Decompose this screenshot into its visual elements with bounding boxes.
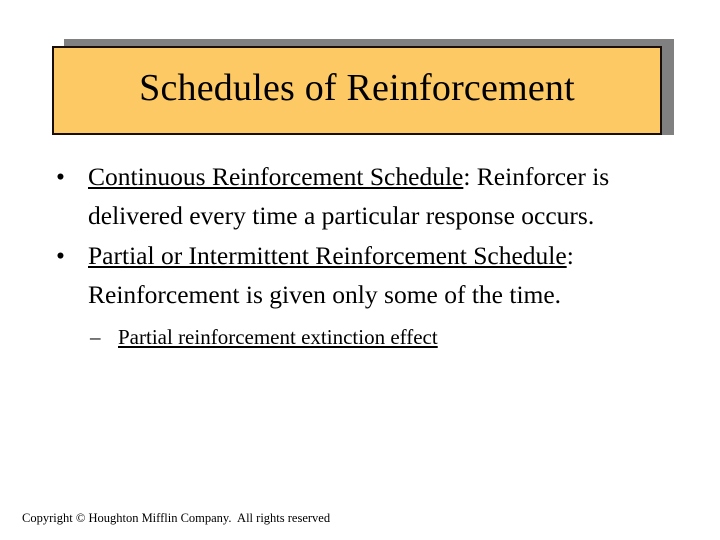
bullet-item: • Continuous Reinforcement Schedule: Rein… bbox=[0, 158, 720, 235]
slide: Schedules of Reinforcement • Continuous R… bbox=[0, 0, 720, 540]
bullet-term: Continuous Reinforcement Schedule bbox=[88, 162, 464, 191]
slide-body: • Continuous Reinforcement Schedule: Rein… bbox=[0, 158, 720, 374]
title-box: Schedules of Reinforcement bbox=[52, 46, 662, 135]
bullet-marker-icon: • bbox=[56, 162, 65, 191]
title-block: Schedules of Reinforcement bbox=[52, 39, 674, 137]
sub-bullet-text: Partial reinforcement extinction effect bbox=[118, 325, 438, 349]
copyright-footer: Copyright © Houghton Mifflin Company. Al… bbox=[22, 511, 331, 525]
sub-bullet-item: – Partial reinforcement extinction effect bbox=[0, 322, 720, 353]
bullet-marker-icon: • bbox=[56, 241, 65, 270]
dash-marker-icon: – bbox=[90, 325, 101, 349]
bullet-item: • Partial or Intermittent Reinforcement S… bbox=[0, 237, 720, 314]
bullet-term: Partial or Intermittent Reinforcement Sc… bbox=[88, 241, 567, 270]
page-title: Schedules of Reinforcement bbox=[139, 66, 575, 109]
